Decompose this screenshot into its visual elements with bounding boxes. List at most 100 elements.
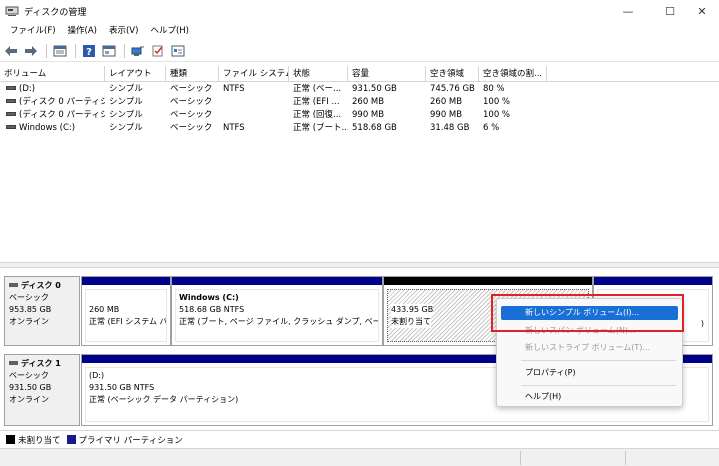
column-type[interactable]: 種類: [166, 66, 219, 82]
partition-bar: [384, 277, 592, 285]
cell-filesystem: [219, 96, 289, 109]
disk-info[interactable]: ディスク 1 ベーシック 931.50 GB オンライン: [4, 354, 80, 426]
cell-capacity: 931.50 GB: [352, 84, 397, 94]
cell-free-space: 260 MB: [430, 97, 463, 107]
partition-body: Windows (C:) 518.68 GB NTFS 正常 (ブート, ページ…: [175, 289, 379, 342]
cell-free-space: 745.76 GB: [430, 84, 475, 94]
cell-layout: シンプル: [109, 123, 143, 133]
maximize-button[interactable]: ☐: [652, 0, 688, 22]
menu-bar: ファイル(F) 操作(A) 表示(V) ヘルプ(H): [0, 22, 719, 40]
column-filesystem[interactable]: ファイル システム: [219, 66, 289, 82]
cell-status: 正常 (EFI ...: [293, 97, 340, 107]
partition-body: 260 MB 正常 (EFI システム パ: [85, 289, 167, 342]
cell-volume: (D:): [2, 83, 105, 96]
settings-icon[interactable]: [169, 42, 187, 60]
close-button[interactable]: ✕: [684, 0, 719, 22]
status-segment: [625, 451, 626, 465]
cell-capacity: 518.68 GB: [352, 123, 397, 133]
column-volume[interactable]: ボリューム: [0, 66, 105, 82]
column-capacity[interactable]: 容量: [348, 66, 426, 82]
volume-icon: [6, 124, 16, 129]
toolbar: ?: [0, 40, 719, 62]
disk-status: オンライン: [9, 395, 49, 404]
view-icon[interactable]: [51, 42, 69, 60]
toolbar-separator: [124, 43, 125, 58]
title-bar: ディスクの管理 — ☐ ✕: [0, 0, 719, 22]
table-row[interactable]: (ディスク 0 パーティシ... シンプル ベーシック 正常 (EFI ... …: [0, 96, 719, 109]
cell-status: 正常 (回復...: [293, 110, 342, 120]
disk-icon: [9, 360, 18, 365]
cell-layout: シンプル: [109, 84, 143, 94]
cell-type: ベーシック: [170, 97, 213, 107]
help-icon[interactable]: ?: [80, 42, 98, 60]
legend-swatch-primary: [66, 435, 76, 444]
status-bar: [0, 448, 719, 466]
check-icon[interactable]: [149, 42, 167, 60]
partition-bar: [82, 277, 170, 285]
partition-efi[interactable]: 260 MB 正常 (EFI システム パ: [81, 276, 171, 346]
legend: 未割り当て プライマリ パーティション: [0, 430, 719, 448]
menu-separator: [521, 385, 676, 386]
cell-layout: シンプル: [109, 97, 143, 107]
back-arrow-icon[interactable]: [2, 42, 20, 60]
table-row[interactable]: Windows (C:) シンプル ベーシック NTFS 正常 (ブート... …: [0, 122, 719, 135]
cell-type: ベーシック: [170, 123, 213, 133]
column-percent-free[interactable]: 空き領域の割...: [479, 66, 547, 82]
column-free-space[interactable]: 空き領域: [426, 66, 479, 82]
cell-percent-free: 6 %: [483, 123, 500, 133]
column-status[interactable]: 状態: [289, 66, 348, 82]
cell-free-space: 31.48 GB: [430, 123, 470, 133]
disk-name: ディスク 1: [21, 359, 61, 368]
annotation-highlight-box: [491, 294, 684, 332]
cell-volume: (ディスク 0 パーティシ...: [2, 96, 105, 109]
menu-separator: [521, 360, 676, 361]
partition-bar: [172, 277, 382, 285]
disk-icon: [9, 282, 18, 287]
menu-item-properties[interactable]: プロパティ(P): [501, 366, 678, 380]
toolbar-separator: [46, 43, 47, 58]
menu-help[interactable]: ヘルプ(H): [144, 22, 195, 40]
legend-primary-partition: プライマリ パーティション: [78, 435, 183, 446]
volume-list-header: ボリューム レイアウト 種類 ファイル システム 状態 容量 空き領域 空き領域…: [0, 66, 719, 82]
cell-status: 正常 (ブート...: [293, 123, 348, 133]
partition-label-fragment: ): [700, 319, 704, 328]
cell-filesystem: NTFS: [223, 84, 245, 94]
properties-icon[interactable]: [100, 42, 118, 60]
cell-volume: Windows (C:): [2, 122, 105, 135]
cell-percent-free: 100 %: [483, 110, 511, 120]
volume-icon: [6, 85, 16, 90]
connect-icon[interactable]: [129, 42, 147, 60]
disk-size: 931.50 GB: [9, 383, 52, 392]
legend-unallocated: 未割り当て: [18, 435, 61, 446]
volume-list: ボリューム レイアウト 種類 ファイル システム 状態 容量 空き領域 空き領域…: [0, 66, 719, 262]
menu-item-help[interactable]: ヘルプ(H): [501, 390, 678, 404]
cell-type: ベーシック: [170, 84, 213, 94]
disk-name: ディスク 0: [21, 281, 61, 290]
forward-arrow-icon[interactable]: [22, 42, 40, 60]
table-row[interactable]: (D:) シンプル ベーシック NTFS 正常 (ベー... 931.50 GB…: [0, 83, 719, 96]
cell-capacity: 260 MB: [352, 97, 385, 107]
disk-type: ベーシック: [9, 371, 49, 380]
cell-free-space: 990 MB: [430, 110, 463, 120]
window-title: ディスクの管理: [24, 7, 87, 18]
minimize-button[interactable]: —: [610, 0, 646, 22]
table-row[interactable]: (ディスク 0 パーティシ... シンプル ベーシック 正常 (回復... 99…: [0, 109, 719, 122]
cell-status: 正常 (ベー...: [293, 84, 342, 94]
partition-windows-c[interactable]: Windows (C:) 518.68 GB NTFS 正常 (ブート, ページ…: [171, 276, 383, 346]
cell-percent-free: 80 %: [483, 84, 505, 94]
svg-text:?: ?: [86, 47, 92, 58]
disk-management-icon: [4, 3, 20, 19]
cell-filesystem: [219, 109, 289, 122]
menu-view[interactable]: 表示(V): [103, 22, 144, 40]
disk-status: オンライン: [9, 317, 49, 326]
disk-size: 953.85 GB: [9, 305, 52, 314]
disk-info[interactable]: ディスク 0 ベーシック 953.85 GB オンライン: [4, 276, 80, 346]
menu-action[interactable]: 操作(A): [62, 22, 103, 40]
cell-percent-free: 100 %: [483, 97, 511, 107]
menu-file[interactable]: ファイル(F): [4, 22, 62, 40]
column-layout[interactable]: レイアウト: [105, 66, 166, 82]
volume-icon: [6, 98, 16, 103]
volume-icon: [6, 111, 16, 116]
cell-volume: (ディスク 0 パーティシ...: [2, 109, 105, 122]
cell-type: ベーシック: [170, 110, 213, 120]
